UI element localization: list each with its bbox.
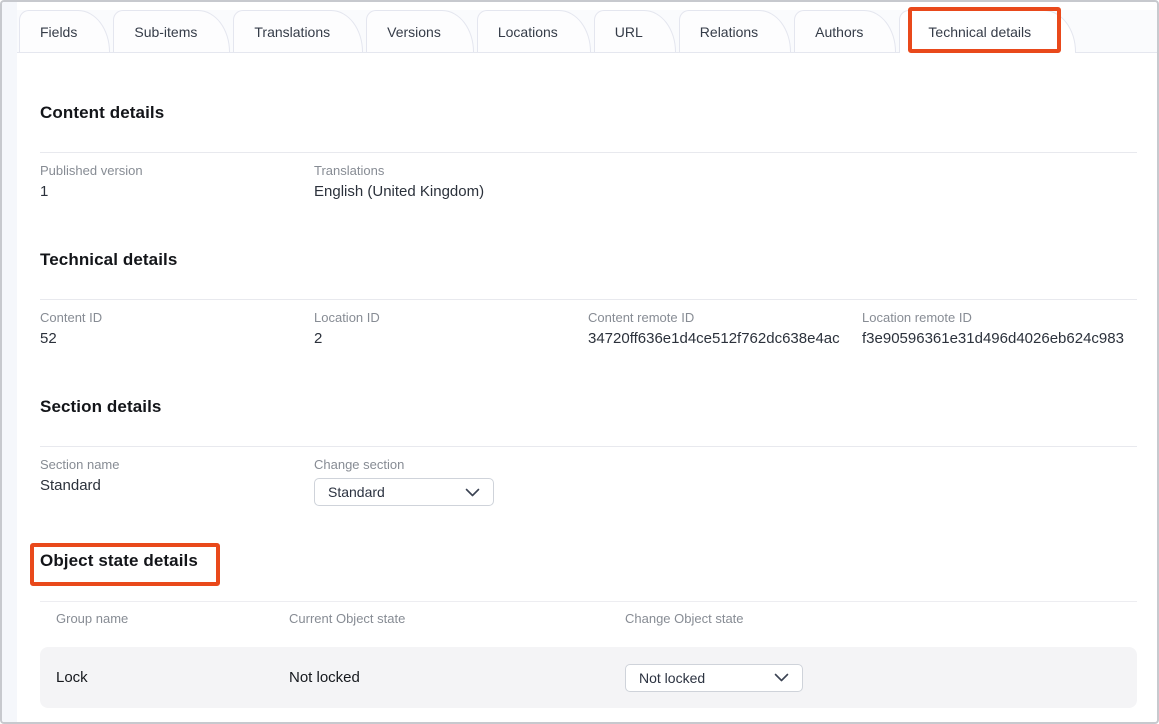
change-section-dropdown[interactable]: Standard bbox=[314, 478, 494, 506]
field-label: Content ID bbox=[40, 310, 314, 325]
content-details-fields: Published version 1 Translations English… bbox=[40, 163, 1136, 200]
tab-label: URL bbox=[615, 24, 643, 40]
tab-sub-items[interactable]: Sub-items bbox=[113, 10, 230, 52]
cell-group-name: Lock bbox=[56, 669, 289, 686]
tab-label: Fields bbox=[40, 24, 77, 40]
chevron-down-icon bbox=[465, 488, 480, 497]
field-label: Location ID bbox=[314, 310, 588, 325]
dropdown-selected-value: Not locked bbox=[639, 670, 705, 686]
field-content-id: Content ID 52 bbox=[40, 310, 314, 347]
chevron-down-icon bbox=[774, 673, 789, 682]
field-value: Standard bbox=[40, 477, 314, 494]
cell-change-object-state: Not locked bbox=[625, 664, 1137, 692]
field-section-name: Section name Standard bbox=[40, 457, 314, 506]
column-header-change-object-state: Change Object state bbox=[625, 611, 1137, 626]
cell-current-object-state: Not locked bbox=[289, 669, 625, 686]
field-label: Content remote ID bbox=[588, 310, 862, 325]
tab-label: Relations bbox=[700, 24, 758, 40]
section-details-fields: Section name Standard Change section Sta… bbox=[40, 457, 1136, 506]
object-state-details-heading: Object state details bbox=[40, 551, 198, 571]
tab-locations[interactable]: Locations bbox=[477, 10, 591, 52]
tab-url[interactable]: URL bbox=[594, 10, 676, 52]
field-label: Section name bbox=[40, 457, 314, 472]
divider bbox=[40, 299, 1137, 300]
divider bbox=[40, 152, 1137, 153]
field-content-remote-id: Content remote ID 34720ff636e1d4ce512f76… bbox=[588, 310, 862, 347]
field-value: 52 bbox=[40, 330, 314, 347]
field-value: 1 bbox=[40, 183, 314, 200]
column-header-current-object-state: Current Object state bbox=[289, 611, 625, 626]
field-value: 34720ff636e1d4ce512f762dc638e4ac bbox=[588, 330, 862, 347]
tab-label: Versions bbox=[387, 24, 441, 40]
field-published-version: Published version 1 bbox=[40, 163, 314, 200]
tab-technical-details[interactable]: Technical details bbox=[899, 10, 1076, 52]
content-details-heading: Content details bbox=[40, 103, 164, 123]
tab-label: Sub-items bbox=[134, 24, 197, 40]
dropdown-selected-value: Standard bbox=[328, 484, 385, 500]
divider bbox=[40, 446, 1137, 447]
tab-label: Authors bbox=[815, 24, 863, 40]
section-details-heading: Section details bbox=[40, 397, 161, 417]
field-label: Change section bbox=[314, 457, 588, 472]
tab-authors[interactable]: Authors bbox=[794, 10, 896, 52]
technical-details-heading: Technical details bbox=[40, 250, 177, 270]
tab-bar: Fields Sub-items Translations Versions L… bbox=[17, 10, 1157, 53]
field-translations: Translations English (United Kingdom) bbox=[314, 163, 588, 200]
tab-label: Locations bbox=[498, 24, 558, 40]
tab-versions[interactable]: Versions bbox=[366, 10, 474, 52]
field-change-section: Change section Standard bbox=[314, 457, 588, 506]
tab-label: Technical details bbox=[928, 24, 1031, 40]
field-value: English (United Kingdom) bbox=[314, 183, 588, 200]
tab-translations[interactable]: Translations bbox=[233, 10, 363, 52]
technical-details-fields: Content ID 52 Location ID 2 Content remo… bbox=[40, 310, 1136, 347]
object-state-table-row: Lock Not locked Not locked bbox=[40, 647, 1137, 708]
field-label: Location remote ID bbox=[862, 310, 1136, 325]
field-label: Translations bbox=[314, 163, 588, 178]
divider bbox=[40, 601, 1137, 602]
tab-fields[interactable]: Fields bbox=[19, 10, 110, 52]
column-header-group-name: Group name bbox=[56, 611, 289, 626]
field-value: f3e90596361e31d496d4026eb624c983 bbox=[862, 330, 1136, 347]
technical-details-panel: Fields Sub-items Translations Versions L… bbox=[0, 0, 1159, 724]
field-label: Published version bbox=[40, 163, 314, 178]
field-location-remote-id: Location remote ID f3e90596361e31d496d40… bbox=[862, 310, 1136, 347]
tab-list: Fields Sub-items Translations Versions L… bbox=[17, 10, 1157, 52]
change-object-state-dropdown[interactable]: Not locked bbox=[625, 664, 803, 692]
left-edge-strip bbox=[2, 2, 17, 722]
tab-label: Translations bbox=[254, 24, 330, 40]
tab-relations[interactable]: Relations bbox=[679, 10, 791, 52]
object-state-table-header: Group name Current Object state Change O… bbox=[40, 611, 1137, 626]
field-location-id: Location ID 2 bbox=[314, 310, 588, 347]
field-value: 2 bbox=[314, 330, 588, 347]
